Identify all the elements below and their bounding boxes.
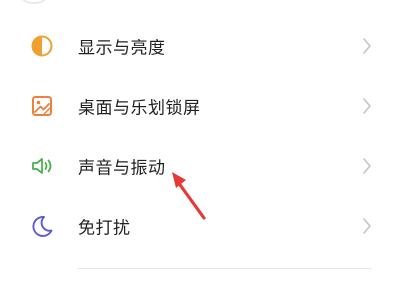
settings-item-display-brightness[interactable]: 显示与亮度 (0, 16, 400, 76)
partial-previous-item (18, 0, 50, 4)
chevron-right-icon (362, 217, 372, 235)
settings-screen: 显示与亮度 桌面与乐划锁屏 声音与振动 免打扰 (0, 0, 400, 300)
chevron-right-icon (362, 157, 372, 175)
settings-item-desktop-lockscreen[interactable]: 桌面与乐划锁屏 (0, 76, 400, 136)
chevron-right-icon (362, 37, 372, 55)
settings-item-label: 声音与振动 (78, 158, 166, 179)
settings-item-label: 桌面与乐划锁屏 (78, 98, 201, 119)
settings-item-label: 免打扰 (78, 218, 131, 239)
chevron-right-icon (362, 97, 372, 115)
settings-item-label: 显示与亮度 (78, 38, 166, 59)
list-divider (78, 268, 372, 269)
display-brightness-icon (28, 32, 56, 60)
speaker-sound-icon (28, 152, 56, 180)
annotation-arrow-icon (166, 168, 212, 224)
wallpaper-icon (28, 92, 56, 120)
moon-icon (28, 212, 56, 240)
